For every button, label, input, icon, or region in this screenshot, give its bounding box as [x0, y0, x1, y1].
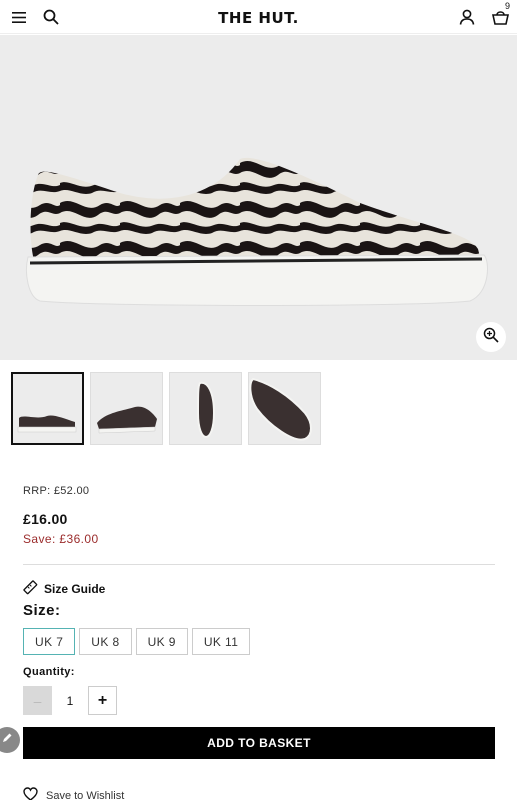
basket-count-badge: 9	[505, 1, 511, 11]
size-option-uk8[interactable]: UK 8	[79, 628, 132, 655]
quantity-value[interactable]: 1	[52, 694, 88, 708]
size-guide-label: Size Guide	[44, 582, 106, 596]
size-options: UK 7 UK 8 UK 9 UK 11	[23, 628, 251, 655]
thumbnail-2[interactable]	[90, 372, 163, 445]
quantity-decrease-button[interactable]: –	[23, 686, 52, 715]
quantity-stepper: – 1 +	[23, 686, 117, 715]
size-heading: Size:	[23, 602, 61, 619]
save-to-wishlist-link[interactable]: Save to Wishlist	[23, 787, 124, 800]
thumbnail-1[interactable]	[11, 372, 84, 445]
site-header: THE HUT. 9	[0, 0, 517, 34]
heart-icon	[23, 787, 38, 800]
size-option-uk11[interactable]: UK 11	[191, 628, 251, 655]
size-option-uk7[interactable]: UK 7	[23, 628, 76, 655]
divider	[23, 564, 495, 565]
product-main-image[interactable]	[0, 35, 517, 360]
savings-amount: Save: £36.00	[23, 532, 99, 546]
wishlist-label: Save to Wishlist	[46, 789, 125, 800]
quantity-label: Quantity:	[23, 666, 75, 678]
ruler-icon	[23, 580, 38, 598]
add-to-basket-button[interactable]: ADD TO BASKET	[23, 727, 495, 759]
current-price: £16.00	[23, 511, 68, 527]
edit-fab[interactable]	[0, 727, 20, 753]
thumbnail-3[interactable]	[169, 372, 242, 445]
size-option-uk9[interactable]: UK 9	[135, 628, 188, 655]
pencil-icon	[1, 731, 13, 749]
zoom-in-icon	[483, 327, 499, 348]
site-logo[interactable]: THE HUT.	[0, 9, 517, 27]
thumbnail-strip	[11, 372, 321, 445]
size-guide-link[interactable]: Size Guide	[23, 580, 105, 598]
thumbnail-4[interactable]	[248, 372, 321, 445]
zoom-button[interactable]	[476, 322, 506, 352]
quantity-increase-button[interactable]: +	[88, 686, 117, 715]
account-icon[interactable]	[456, 6, 478, 28]
rrp-price: RRP: £52.00	[23, 485, 90, 497]
